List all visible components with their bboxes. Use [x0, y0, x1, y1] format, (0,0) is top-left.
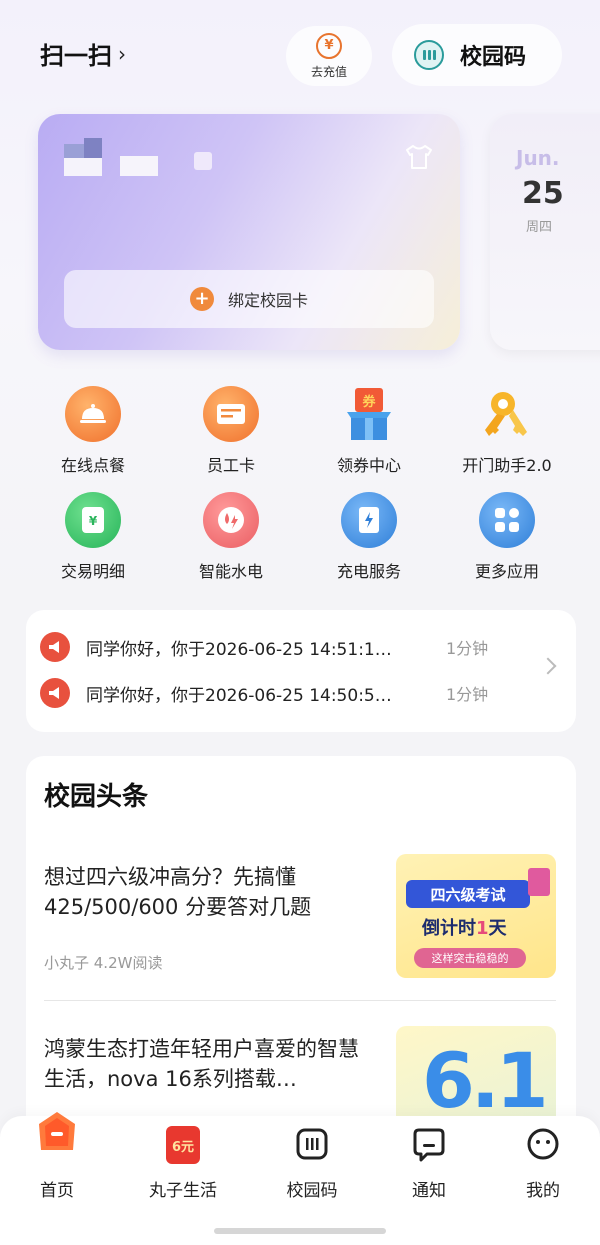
campus-code-label: 校园码	[460, 45, 527, 70]
bind-campus-card-button[interactable]: + 绑定校园卡	[64, 270, 434, 328]
campus-card[interactable]: + 绑定校园卡	[38, 114, 460, 350]
campus-code-button[interactable]: 校园码	[392, 24, 562, 86]
recharge-button[interactable]: ¥ 去充值	[286, 26, 372, 86]
notice-text: 同学你好，你于2026-06-25 14:50:5…	[86, 685, 392, 706]
date-day: 25	[522, 176, 564, 211]
thumb-line2: 倒计时1天	[422, 918, 507, 939]
megaphone-icon	[40, 632, 70, 662]
app-label: 充电服务	[336, 562, 401, 581]
app-label: 员工卡	[206, 456, 255, 475]
notice-time: 1分钟	[446, 639, 489, 658]
app-label: 更多应用	[474, 562, 539, 581]
date-month: Jun.	[516, 146, 560, 170]
recharge-label: 去充值	[310, 64, 347, 79]
svg-text:券: 券	[361, 394, 376, 410]
bottom-tab-bar: 首页 6元 丸子生活 校园码 通知 我的	[0, 1112, 600, 1245]
food-cloche-icon	[65, 386, 121, 442]
thumb-version-number: 6.1	[422, 1036, 549, 1125]
article-headline: 鸿蒙生态打造年轻用户喜爱的智慧生活，nova 16系列搭载…	[44, 1037, 359, 1091]
qr-code-icon	[296, 1128, 328, 1160]
chevron-right-icon[interactable]	[539, 657, 557, 675]
app-label: 开门助手2.0	[462, 456, 552, 475]
campus-headlines: 校园头条 想过四六级冲高分？先搞懂425/500/600 分要答对几题 小丸子 …	[26, 756, 576, 1176]
barcode-icon	[414, 40, 444, 70]
divider	[44, 1000, 556, 1001]
app-label: 在线点餐	[60, 456, 125, 475]
header: 扫一扫 › ¥ 去充值 校园码	[0, 0, 600, 108]
article-thumbnail[interactable]: 四六级考试 倒计时1天 这样突击稳稳的	[396, 854, 556, 978]
notice-text: 同学你好，你于2026-06-25 14:51:1…	[86, 639, 392, 660]
notice-panel[interactable]: 同学你好，你于2026-06-25 14:51:1… 1分钟 同学你好，你于20…	[26, 610, 576, 732]
date-card[interactable]: Jun. 25 周四	[490, 114, 600, 350]
notice-item[interactable]: 同学你好，你于2026-06-25 14:51:1… 1分钟	[40, 632, 510, 662]
message-icon	[413, 1128, 445, 1162]
date-weekday: 周四	[526, 220, 553, 235]
home-indicator	[214, 1228, 386, 1234]
transaction-icon: ¥	[65, 492, 121, 548]
tshirt-icon[interactable]	[404, 144, 434, 170]
app-door-assistant[interactable]: 开门助手2.0	[438, 386, 576, 476]
book-icon	[528, 868, 550, 896]
tab-label: 校园码	[286, 1181, 338, 1201]
scan-label: 扫一扫	[40, 42, 112, 70]
tab-label: 首页	[40, 1181, 74, 1201]
id-card-icon	[203, 386, 259, 442]
app-online-ordering[interactable]: 在线点餐	[24, 386, 162, 476]
notice-time: 1分钟	[446, 685, 489, 704]
plus-icon: +	[189, 287, 214, 311]
article-headline: 想过四六级冲高分？先搞懂425/500/600 分要答对几题	[44, 865, 312, 919]
app-staff-card[interactable]: 员工卡	[162, 386, 300, 476]
app-label: 领券中心	[336, 456, 401, 475]
profile-face-icon	[527, 1128, 559, 1160]
tab-label: 丸子生活	[149, 1181, 217, 1201]
thumb-line1: 四六级考试	[406, 880, 530, 908]
key-icon	[479, 386, 535, 442]
app-transactions[interactable]: ¥ 交易明细	[24, 492, 162, 582]
app-label: 智能水电	[198, 562, 263, 581]
life-red-envelope-icon: 6元	[166, 1126, 200, 1164]
tab-label: 通知	[412, 1181, 446, 1201]
yuan-icon: ¥	[316, 32, 342, 59]
water-power-icon	[203, 492, 259, 548]
scan-button[interactable]: 扫一扫 ›	[40, 36, 126, 71]
section-title: 校园头条	[44, 782, 149, 812]
app-coupon-center[interactable]: 券 领券中心	[300, 386, 438, 476]
app-label: 交易明细	[60, 562, 125, 581]
app-smart-utilities[interactable]: 智能水电	[162, 492, 300, 582]
app-charging-service[interactable]: 充电服务	[300, 492, 438, 582]
svg-text:¥: ¥	[89, 514, 98, 528]
chevron-right-icon: ›	[118, 41, 126, 66]
charging-icon	[341, 492, 397, 548]
notice-item[interactable]: 同学你好，你于2026-06-25 14:50:5… 1分钟	[40, 678, 510, 708]
bind-campus-card-label: 绑定校园卡	[227, 291, 308, 310]
more-apps-icon	[479, 492, 535, 548]
thumb-line3: 这样突击稳稳的	[414, 948, 526, 968]
coupon-box-icon: 券	[341, 386, 397, 442]
home-icon	[39, 1112, 75, 1150]
app-more-apps[interactable]: 更多应用	[438, 492, 576, 582]
tab-label: 我的	[526, 1181, 560, 1201]
megaphone-icon	[40, 678, 70, 708]
